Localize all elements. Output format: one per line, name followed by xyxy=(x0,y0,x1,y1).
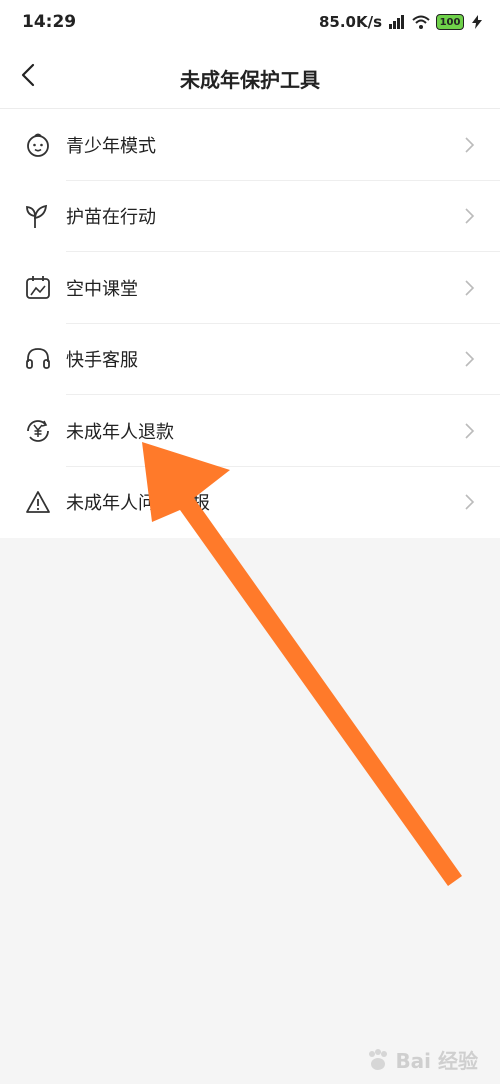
chevron-right-icon xyxy=(465,208,475,224)
status-bar: 14:29 85.0K/s 100 xyxy=(0,0,500,44)
menu-item-customer-service[interactable]: 快手客服 xyxy=(0,324,500,395)
wifi-icon xyxy=(412,15,430,29)
menu-item-label: 空中课堂 xyxy=(66,278,138,300)
chevron-right-icon xyxy=(465,423,475,439)
status-right: 85.0K/s 100 xyxy=(319,11,484,33)
menu-item-air-classroom[interactable]: 空中课堂 xyxy=(0,252,500,324)
menu-item-label: 护苗在行动 xyxy=(66,207,156,229)
classroom-icon xyxy=(26,275,50,299)
page-title: 未成年保护工具 xyxy=(180,68,320,92)
battery-icon: 100 xyxy=(436,14,464,30)
watermark-text: Bai 经验 xyxy=(395,1049,478,1073)
menu-item-youth-mode[interactable]: 青少年模式 xyxy=(0,109,500,181)
yuan-refund-icon xyxy=(27,419,49,442)
menu-item-label: 未成年人退款 xyxy=(66,421,174,443)
menu-item-label: 青少年模式 xyxy=(66,135,156,157)
chevron-right-icon xyxy=(465,351,475,367)
charging-icon xyxy=(472,15,482,29)
baidu-jingyan-watermark: Bai 经验 xyxy=(365,1045,478,1074)
menu-item-label: 快手客服 xyxy=(66,350,138,372)
menu-list: 青少年模式 护苗在行动 空中课堂 快手客服 未成年人退款 未成年人问题举报 xyxy=(0,109,500,538)
menu-item-minor-report[interactable]: 未成年人问题举报 xyxy=(0,467,500,539)
menu-item-protect-seedlings[interactable]: 护苗在行动 xyxy=(0,181,500,252)
chevron-right-icon xyxy=(465,494,475,510)
menu-item-minor-refund[interactable]: 未成年人退款 xyxy=(0,395,500,467)
headset-icon xyxy=(26,348,50,370)
menu-item-label: 未成年人问题举报 xyxy=(66,493,210,515)
sprout-icon xyxy=(26,205,48,229)
status-time: 14:29 xyxy=(22,12,77,32)
warning-icon xyxy=(26,491,50,514)
child-face-icon xyxy=(27,133,49,157)
signal-icon xyxy=(389,15,404,29)
chevron-right-icon xyxy=(465,137,475,153)
paw-icon xyxy=(369,1048,388,1070)
nav-bar: 未成年保护工具 xyxy=(0,44,500,109)
chevron-right-icon xyxy=(465,280,475,296)
net-speed: 85.0K/s xyxy=(318,13,382,31)
